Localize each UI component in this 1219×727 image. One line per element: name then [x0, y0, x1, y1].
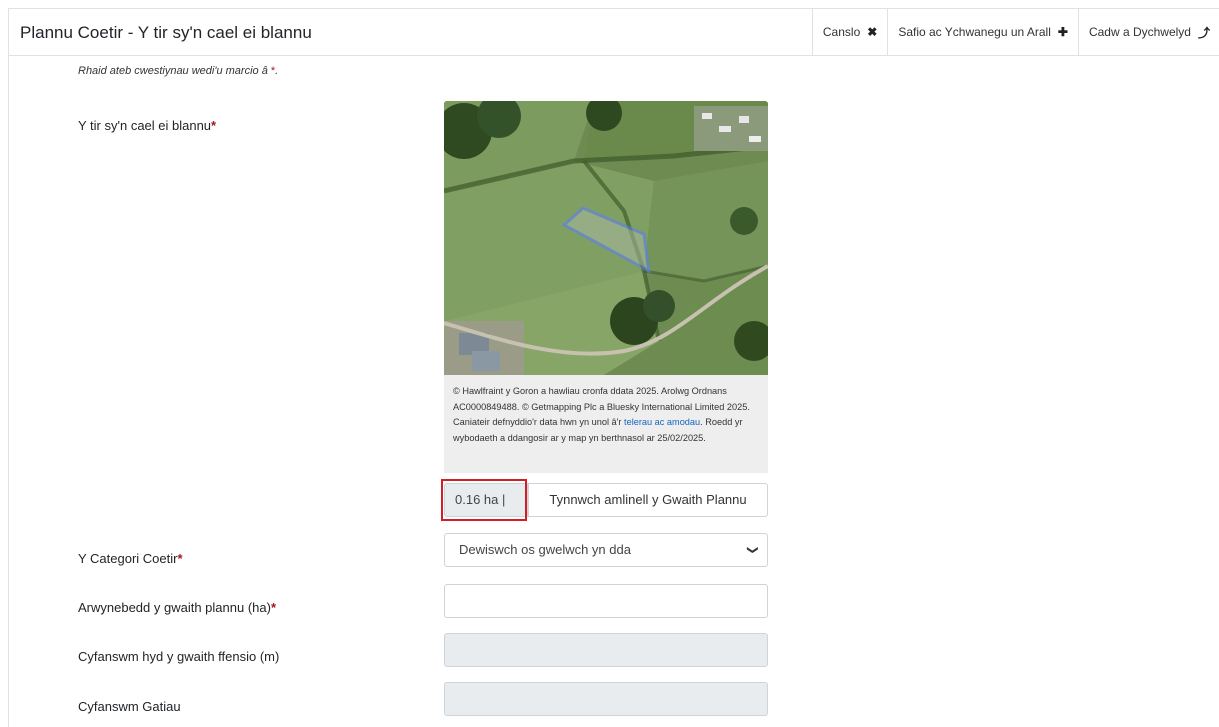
map-attribution: © Hawlfraint y Goron a hawliau cronfa dd… — [444, 375, 768, 473]
page-header: Plannu Coetir - Y tir sy'n cael ei blann… — [9, 9, 1219, 56]
fence-label-text: Cyfanswm hyd y gwaith ffensio (m) — [78, 649, 280, 664]
fence-label: Cyfanswm hyd y gwaith ffensio (m) — [78, 649, 279, 664]
gates-label-text: Cyfanswm Gatiau — [78, 699, 181, 714]
land-label: Y tir sy'n cael ei blannu* — [78, 118, 216, 133]
category-label: Y Categori Coetir* — [78, 551, 183, 566]
plus-icon: ✚ — [1057, 25, 1068, 39]
cancel-label: Canslo — [822, 25, 861, 39]
chevron-down-icon: ❯ — [746, 545, 759, 555]
save-and-add-button[interactable]: Safio ac Ychwanegu un Arall ✚ — [887, 9, 1078, 55]
return-icon: ⤴ — [1197, 25, 1210, 40]
required-marker: * — [177, 551, 183, 566]
fence-input — [444, 633, 768, 667]
surface-label-text: Arwynebedd y gwaith plannu (ha) — [78, 600, 271, 615]
required-note-end: . — [275, 65, 279, 77]
category-select-value: Dewiswch os gwelwch yn dda — [459, 542, 631, 557]
category-select[interactable]: Dewiswch os gwelwch yn dda ❯ — [444, 533, 768, 567]
category-label-text: Y Categori Coetir — [78, 551, 178, 566]
gates-label: Cyfanswm Gatiau — [78, 699, 181, 714]
required-note-text: Rhaid ateb cwestiynau wedi'u marcio â — [78, 65, 268, 77]
page-title: Plannu Coetir - Y tir sy'n cael ei blann… — [20, 23, 312, 42]
surface-input[interactable] — [444, 584, 768, 618]
required-marker: * — [211, 118, 217, 133]
terms-link[interactable]: telerau ac amodau — [624, 417, 700, 427]
save-and-return-button[interactable]: Cadw a Dychwelyd ⤴ — [1077, 9, 1219, 55]
save-and-return-label: Cadw a Dychwelyd — [1088, 25, 1191, 39]
required-marker: * — [270, 600, 277, 615]
header-actions: Canslo ✖ Safio ac Ychwanegu un Arall ✚ C… — [811, 9, 1219, 55]
land-label-text: Y tir sy'n cael ei blannu — [78, 118, 212, 133]
save-and-add-label: Safio ac Ychwanegu un Arall — [898, 25, 1051, 39]
surface-label: Arwynebedd y gwaith plannu (ha)* — [78, 600, 276, 615]
aerial-map-image — [444, 101, 768, 375]
gates-input — [444, 682, 768, 716]
highlight-box — [441, 479, 527, 521]
close-icon: ✖ — [867, 25, 878, 39]
required-note: Rhaid ateb cwestiynau wedi'u marcio â *. — [78, 65, 278, 77]
cancel-button[interactable]: Canslo ✖ — [811, 9, 887, 55]
aerial-map[interactable] — [444, 101, 768, 375]
draw-outline-button[interactable]: Tynnwch amlinell y Gwaith Plannu — [528, 483, 768, 517]
